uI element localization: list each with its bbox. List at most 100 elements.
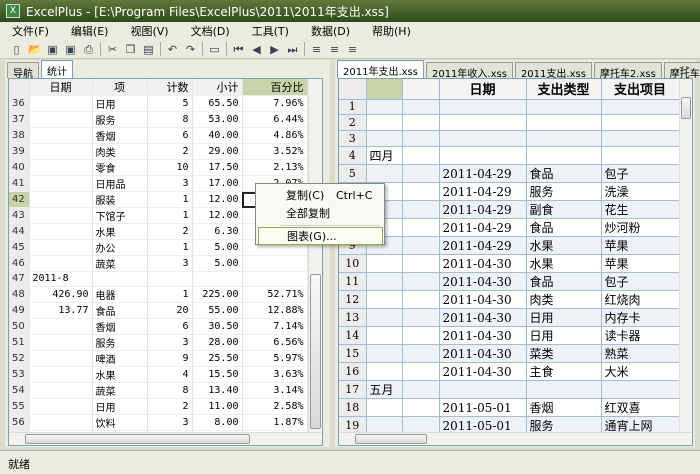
table-cell[interactable]: 日用 [92, 398, 148, 415]
table-cell[interactable]: 香烟 [526, 398, 602, 418]
table-cell[interactable]: 服务 [526, 182, 602, 202]
table-cell[interactable] [366, 344, 403, 364]
new-icon[interactable]: ▯ [10, 43, 23, 56]
table-cell[interactable] [601, 146, 680, 166]
table-cell[interactable]: 2 [147, 143, 193, 160]
table-cell[interactable]: 5.00 [192, 255, 243, 272]
table-cell[interactable]: 13.40 [192, 382, 243, 399]
table-cell[interactable] [402, 380, 440, 400]
table-cell[interactable] [402, 182, 440, 202]
table-cell[interactable] [366, 290, 403, 310]
table-cell[interactable]: 1 [147, 191, 193, 208]
table-cell[interactable]: 食品 [92, 302, 148, 319]
prev-icon[interactable]: ◀ [250, 43, 263, 56]
table-cell[interactable]: 3 [147, 175, 193, 192]
table-cell[interactable]: 1 [147, 207, 193, 224]
table-cell[interactable]: 香烟 [92, 127, 148, 144]
table-cell[interactable]: 水果 [92, 366, 148, 383]
table-cell[interactable]: 蔬菜 [92, 382, 148, 399]
menu-item[interactable]: 帮助(H) [372, 23, 411, 39]
table-cell[interactable]: 6.44% [242, 111, 308, 128]
table-cell[interactable] [242, 255, 308, 272]
align-left-icon[interactable]: ≡ [310, 43, 323, 56]
table-cell[interactable] [402, 362, 440, 382]
last-icon[interactable]: ⏭ [286, 43, 299, 56]
table-cell[interactable]: 洗澡 [601, 182, 680, 202]
table-cell[interactable] [526, 130, 602, 148]
undo-icon[interactable]: ↶ [166, 43, 179, 56]
table-cell[interactable]: 5 [147, 95, 193, 112]
table-cell[interactable] [29, 239, 93, 256]
column-header[interactable]: 计数 [147, 79, 193, 96]
column-header[interactable]: 日期 [439, 79, 527, 100]
table-cell[interactable]: 读卡器 [601, 326, 680, 346]
table-cell[interactable]: 65.50 [192, 95, 243, 112]
table-cell[interactable] [601, 130, 680, 148]
table-cell[interactable]: 电器 [92, 286, 148, 303]
table-cell[interactable]: 30.50 [192, 318, 243, 335]
table-cell[interactable]: 服务 [92, 334, 148, 351]
document-tab[interactable]: 2011年支出.xss [337, 60, 424, 78]
table-cell[interactable] [29, 398, 93, 415]
table-cell[interactable]: 四月 [366, 146, 403, 166]
table-cell[interactable]: 水果 [526, 236, 602, 256]
table-cell[interactable]: 3.14% [242, 382, 308, 399]
table-cell[interactable]: 食品 [526, 218, 602, 238]
table-cell[interactable] [366, 130, 403, 148]
table-cell[interactable] [439, 380, 527, 400]
table-cell[interactable] [402, 164, 440, 184]
align-right-icon[interactable]: ≡ [346, 43, 359, 56]
table-cell[interactable] [526, 146, 602, 166]
print-icon[interactable]: ⎙ [82, 43, 95, 56]
table-cell[interactable]: 零食 [92, 159, 148, 176]
table-cell[interactable]: 12.00 [192, 191, 243, 208]
horizontal-scrollbar[interactable] [9, 432, 322, 445]
table-cell[interactable] [366, 164, 403, 184]
table-cell[interactable]: 17.50 [192, 159, 243, 176]
table-cell[interactable]: 蔬菜 [92, 255, 148, 272]
table-cell[interactable]: 28.00 [192, 334, 243, 351]
table-cell[interactable] [402, 146, 440, 166]
table-cell[interactable]: 6.30 [192, 223, 243, 240]
table-cell[interactable]: 日用 [526, 308, 602, 328]
table-cell[interactable]: 2.58% [242, 398, 308, 415]
table-cell[interactable]: 52.71% [242, 286, 308, 303]
table-cell[interactable]: 3 [147, 255, 193, 272]
table-cell[interactable]: 3 [147, 414, 193, 431]
table-cell[interactable]: 3.52% [242, 143, 308, 160]
table-cell[interactable] [439, 114, 527, 132]
table-cell[interactable]: 熟菜 [601, 344, 680, 364]
table-cell[interactable] [29, 223, 93, 240]
table-cell[interactable]: 9 [147, 350, 193, 367]
table-cell[interactable] [29, 127, 93, 144]
redo-icon[interactable]: ↷ [184, 43, 197, 56]
table-cell[interactable]: 6.56% [242, 334, 308, 351]
table-cell[interactable] [29, 111, 93, 128]
menu-item-chart[interactable]: 图表(G)... [258, 227, 383, 245]
first-icon[interactable]: ⏮ [232, 43, 245, 56]
vertical-scrollbar[interactable] [679, 79, 692, 432]
table-cell[interactable]: 日用品 [92, 175, 148, 192]
table-cell[interactable]: 8 [147, 111, 193, 128]
table-cell[interactable] [366, 326, 403, 346]
table-cell[interactable]: 426.90 [29, 286, 93, 303]
table-cell[interactable] [402, 272, 440, 292]
table-cell[interactable]: 2011-04-30 [439, 272, 527, 292]
paste-icon[interactable]: ▤ [142, 43, 155, 56]
table-cell[interactable] [402, 200, 440, 220]
table-cell[interactable] [402, 308, 440, 328]
table-cell[interactable] [29, 366, 93, 383]
column-header[interactable]: 项 [92, 79, 148, 96]
table-cell[interactable] [29, 191, 93, 208]
table-cell[interactable]: 25.50 [192, 350, 243, 367]
table-cell[interactable]: 17.00 [192, 175, 243, 192]
table-cell[interactable]: 食品 [526, 272, 602, 292]
cut-icon[interactable]: ✂ [106, 43, 119, 56]
document-tab[interactable]: 2011支出.xss [514, 62, 592, 80]
table-cell[interactable]: 包子 [601, 164, 680, 184]
tab-scroll-arrows[interactable]: ◂ ▸ [679, 63, 690, 72]
table-cell[interactable]: 7.14% [242, 318, 308, 335]
table-cell[interactable]: 7.96% [242, 95, 308, 112]
table-cell[interactable] [402, 236, 440, 256]
table-cell[interactable] [192, 271, 243, 287]
